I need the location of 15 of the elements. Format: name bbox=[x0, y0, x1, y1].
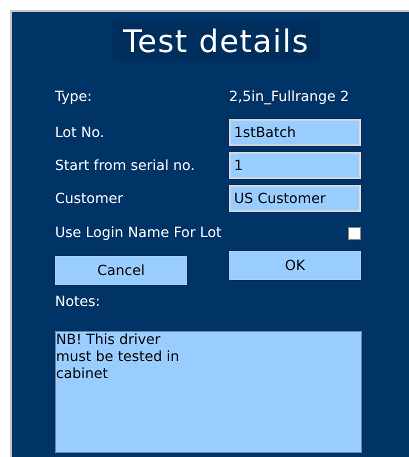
checkbox-label: Use Login Name For Lot bbox=[55, 225, 223, 241]
input-field[interactable]: US Customer bbox=[229, 185, 361, 212]
input-field[interactable]: 1 bbox=[229, 152, 361, 179]
ok-button[interactable]: OK bbox=[229, 251, 361, 280]
dialog-title: Test details bbox=[113, 22, 320, 62]
checkbox[interactable] bbox=[348, 226, 361, 240]
field-label: Start from serial no. bbox=[55, 158, 196, 174]
field-label: Customer bbox=[55, 190, 124, 206]
notes-label: Notes: bbox=[55, 294, 102, 310]
type-label: Type: bbox=[55, 89, 93, 105]
field-label: Lot No. bbox=[55, 124, 106, 140]
notes-field[interactable]: NB! This driver must be tested in cabinet bbox=[55, 331, 362, 453]
cancel-button[interactable]: Cancel bbox=[55, 256, 187, 285]
type-value: 2,5in_Fullrange 2 bbox=[229, 89, 350, 105]
input-field[interactable]: 1stBatch bbox=[229, 119, 361, 146]
